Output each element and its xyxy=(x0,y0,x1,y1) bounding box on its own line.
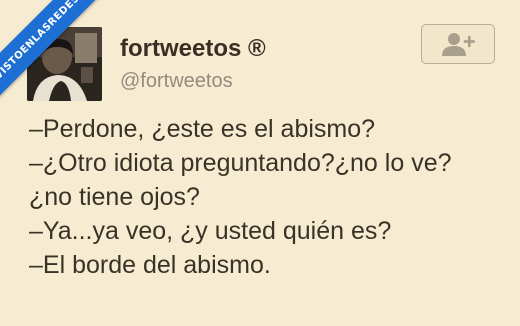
follow-button[interactable] xyxy=(421,24,495,64)
add-user-icon xyxy=(442,33,475,56)
tweet-line: –Perdone, ¿este es el abismo? xyxy=(29,115,376,143)
tweet-line: ¿no tiene ojos? xyxy=(29,183,200,211)
tweet-line: –¿Otro idiota preguntando?¿no lo ve? xyxy=(29,149,452,177)
tweet-line: –Ya...ya veo, ¿y usted quién es? xyxy=(29,217,392,245)
tweet-card: VISTOENLASREDES fortweetos ® @fortweetos… xyxy=(0,0,520,326)
display-name[interactable]: fortweetos ® xyxy=(120,35,266,63)
user-handle[interactable]: @fortweetos xyxy=(120,69,233,93)
tweet-text: –Perdone, ¿este es el abismo? –¿Otro idi… xyxy=(29,112,509,282)
tweet-line: –El borde del abismo. xyxy=(29,251,271,279)
